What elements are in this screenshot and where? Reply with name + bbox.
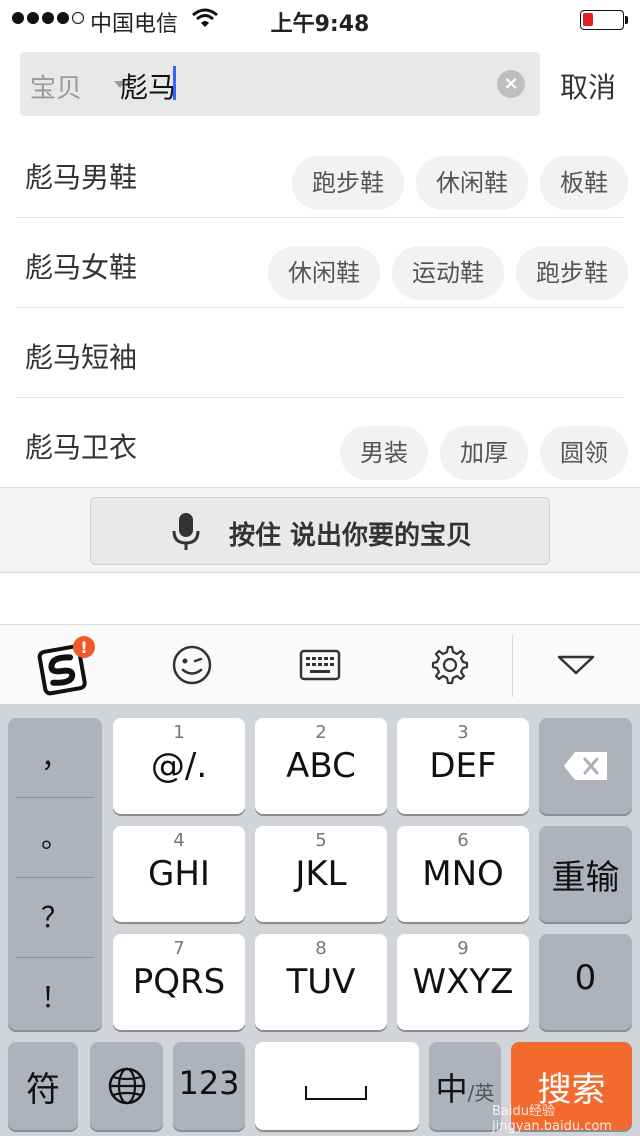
symbols-button[interactable]: 符 <box>8 1042 78 1130</box>
ime-main-label: 中 <box>435 1070 468 1108</box>
suggestion-chip[interactable]: 圆领 <box>540 426 628 480</box>
suggestion-title[interactable]: 彪马女鞋 <box>25 246 137 286</box>
battery-icon <box>580 10 628 30</box>
key-letters: @/. <box>150 746 208 786</box>
key-letters: TUV <box>286 962 356 1002</box>
backspace-icon <box>564 752 607 780</box>
key-number: 6 <box>457 830 469 851</box>
key-6[interactable]: 6 MNO <box>397 826 529 922</box>
search-input[interactable]: 彪马 <box>120 66 176 106</box>
key-letters: PQRS <box>132 962 226 1002</box>
space-icon <box>305 1086 367 1100</box>
numbers-label: 123 <box>178 1064 240 1102</box>
microphone-icon <box>171 512 201 556</box>
suggestion-row[interactable]: 彪马短袖 <box>16 308 624 398</box>
numbers-button[interactable]: 123 <box>173 1042 245 1130</box>
key-9[interactable]: 9 WXYZ <box>397 934 529 1030</box>
key-letters: GHI <box>148 854 210 894</box>
key-number: 8 <box>315 938 327 959</box>
key-2[interactable]: 2 ABC <box>255 718 387 814</box>
key-3[interactable]: 3 DEF <box>397 718 529 814</box>
hold-to-talk-button[interactable]: 按住 说出你要的宝贝 <box>90 497 550 565</box>
key-7[interactable]: 7 PQRS <box>113 934 245 1030</box>
suggestion-title[interactable]: 彪马短袖 <box>25 336 137 376</box>
punctuation-key-exclamation[interactable]: ！ <box>16 958 94 1038</box>
suggestion-chip[interactable]: 男装 <box>340 426 428 480</box>
suggestion-chip[interactable]: 跑步鞋 <box>292 156 404 210</box>
suggestion-chip[interactable]: 休闲鞋 <box>416 156 528 210</box>
ime-alt-label: /英 <box>467 1081 495 1105</box>
search-scope-selector[interactable]: 宝贝 <box>30 68 82 105</box>
retype-label: 重输 <box>551 858 620 898</box>
clock: 上午9:48 <box>270 12 370 37</box>
watermark: Baidu经验 jingyan.baidu.com <box>492 1104 612 1134</box>
gear-icon[interactable] <box>384 625 512 705</box>
suggestion-chip[interactable]: 跑步鞋 <box>516 246 628 300</box>
key-letters: MNO <box>422 854 504 894</box>
keyboard-toolbar: ! <box>0 624 640 704</box>
cancel-button[interactable]: 取消 <box>560 66 616 106</box>
globe-button[interactable] <box>90 1042 163 1130</box>
key-number: 4 <box>173 830 185 851</box>
key-8[interactable]: 8 TUV <box>255 934 387 1030</box>
suggestion-row[interactable]: 彪马女鞋 休闲鞋 运动鞋 跑步鞋 <box>16 218 628 308</box>
key-number: 1 <box>173 722 185 743</box>
suggestion-row[interactable]: 彪马卫衣 男装 加厚 圆领 <box>16 398 628 488</box>
key-letters: DEF <box>429 746 497 786</box>
backspace-button[interactable] <box>539 718 632 814</box>
suggestion-title[interactable]: 彪马卫衣 <box>25 426 137 466</box>
punctuation-key-question[interactable]: ？ <box>16 878 94 958</box>
key-number: 5 <box>315 830 327 851</box>
key-number: 7 <box>173 938 185 959</box>
key-5[interactable]: 5 JKL <box>255 826 387 922</box>
key-number: 2 <box>315 722 327 743</box>
suggestion-chip[interactable]: 板鞋 <box>540 156 628 210</box>
suggestion-chip[interactable]: 加厚 <box>440 426 528 480</box>
key-number: 3 <box>457 722 469 743</box>
suggestion-chip[interactable]: 运动鞋 <box>392 246 504 300</box>
status-bar: 中国电信 上午9:48 <box>0 0 640 40</box>
punctuation-column: ， 。 ？ ！ <box>8 718 102 1030</box>
key-4[interactable]: 4 GHI <box>113 826 245 922</box>
text-caret <box>173 66 176 100</box>
punctuation-key-comma[interactable]: ， <box>16 718 94 798</box>
space-bar[interactable] <box>255 1042 419 1130</box>
search-bar[interactable]: 宝贝 彪马 × <box>20 52 540 116</box>
key-1[interactable]: 1 @/. <box>113 718 245 814</box>
voice-label: 按住 说出你要的宝贝 <box>229 521 473 551</box>
punctuation-key-period[interactable]: 。 <box>16 798 94 878</box>
key-letters: ABC <box>286 746 356 786</box>
voice-input-area: 按住 说出你要的宝贝 <box>0 487 640 573</box>
svg-text:!: ! <box>80 638 87 657</box>
key-letters: WXYZ <box>412 962 514 1002</box>
emoji-icon[interactable] <box>128 625 256 705</box>
suggestion-title[interactable]: 彪马男鞋 <box>25 156 137 196</box>
key-zero-label: 0 <box>574 958 597 998</box>
keyboard-icon[interactable] <box>256 625 384 705</box>
key-0[interactable]: 0 <box>539 934 632 1030</box>
suggestion-chip[interactable]: 休闲鞋 <box>268 246 380 300</box>
keyboard: ， 。 ？ ！ 1 @/. 2 ABC 3 DEF 4 GHI 5 JKL 6 … <box>0 704 640 1136</box>
symbols-label: 符 <box>26 1070 60 1110</box>
ime-label: 中/英 <box>429 1064 501 1110</box>
collapse-keyboard-icon[interactable] <box>512 625 640 705</box>
input-method-toggle[interactable]: 中/英 <box>429 1042 501 1130</box>
clear-icon[interactable]: × <box>497 70 525 98</box>
suggestion-row[interactable]: 彪马男鞋 跑步鞋 休闲鞋 板鞋 <box>16 128 628 218</box>
key-number: 9 <box>457 938 469 959</box>
sogou-logo-icon[interactable]: ! <box>0 625 128 705</box>
globe-icon <box>108 1067 146 1105</box>
retype-button[interactable]: 重输 <box>539 826 632 922</box>
key-letters: JKL <box>295 854 347 894</box>
